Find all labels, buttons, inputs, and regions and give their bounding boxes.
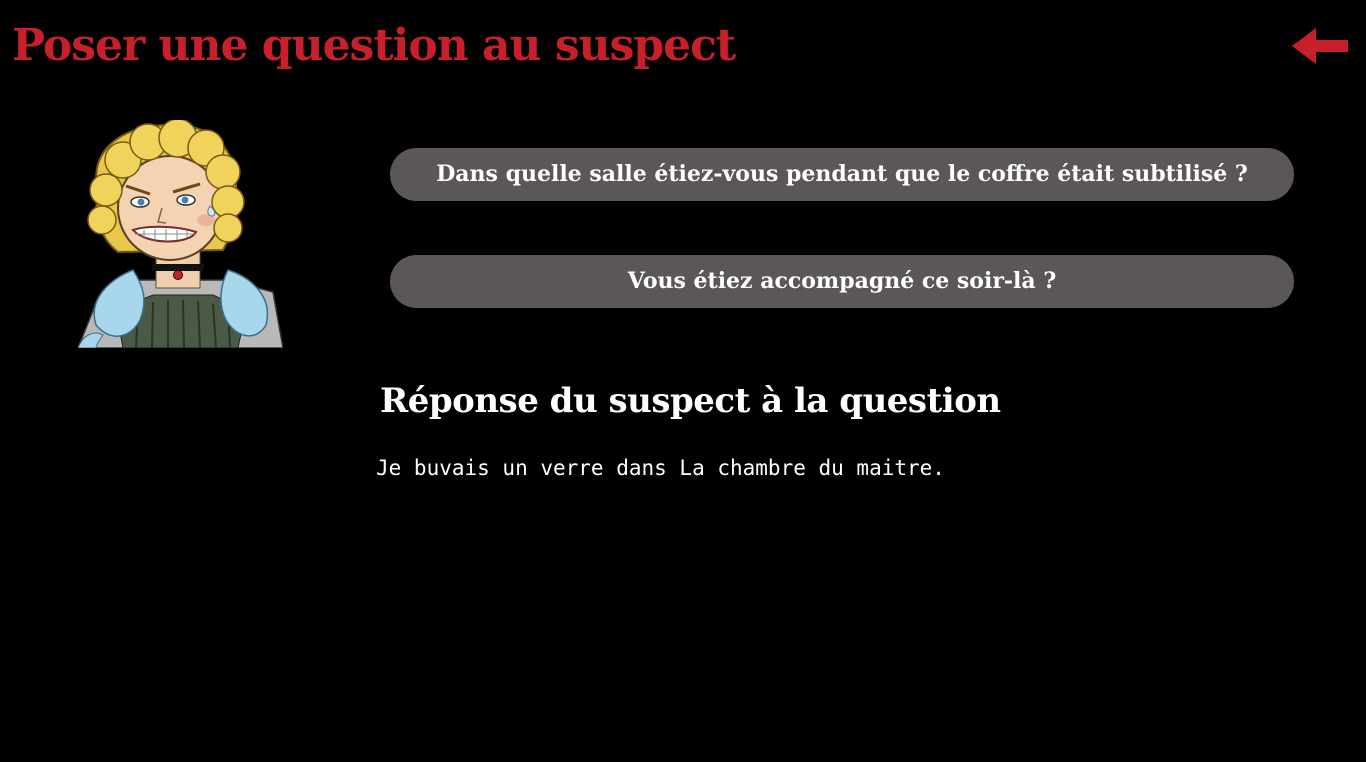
question-button-accompanied[interactable]: Vous étiez accompagné ce soir-là ? bbox=[390, 255, 1294, 308]
page-title: Poser une question au suspect bbox=[12, 20, 736, 71]
suspect-portrait bbox=[78, 120, 283, 348]
back-button[interactable] bbox=[1290, 26, 1350, 66]
suspect-portrait-image bbox=[78, 120, 283, 348]
arrow-left-icon bbox=[1292, 28, 1348, 64]
answer-heading: Réponse du suspect à la question bbox=[380, 381, 1001, 421]
answer-text: Je buvais un verre dans La chambre du ma… bbox=[376, 456, 945, 480]
question-button-room[interactable]: Dans quelle salle étiez-vous pendant que… bbox=[390, 148, 1294, 201]
